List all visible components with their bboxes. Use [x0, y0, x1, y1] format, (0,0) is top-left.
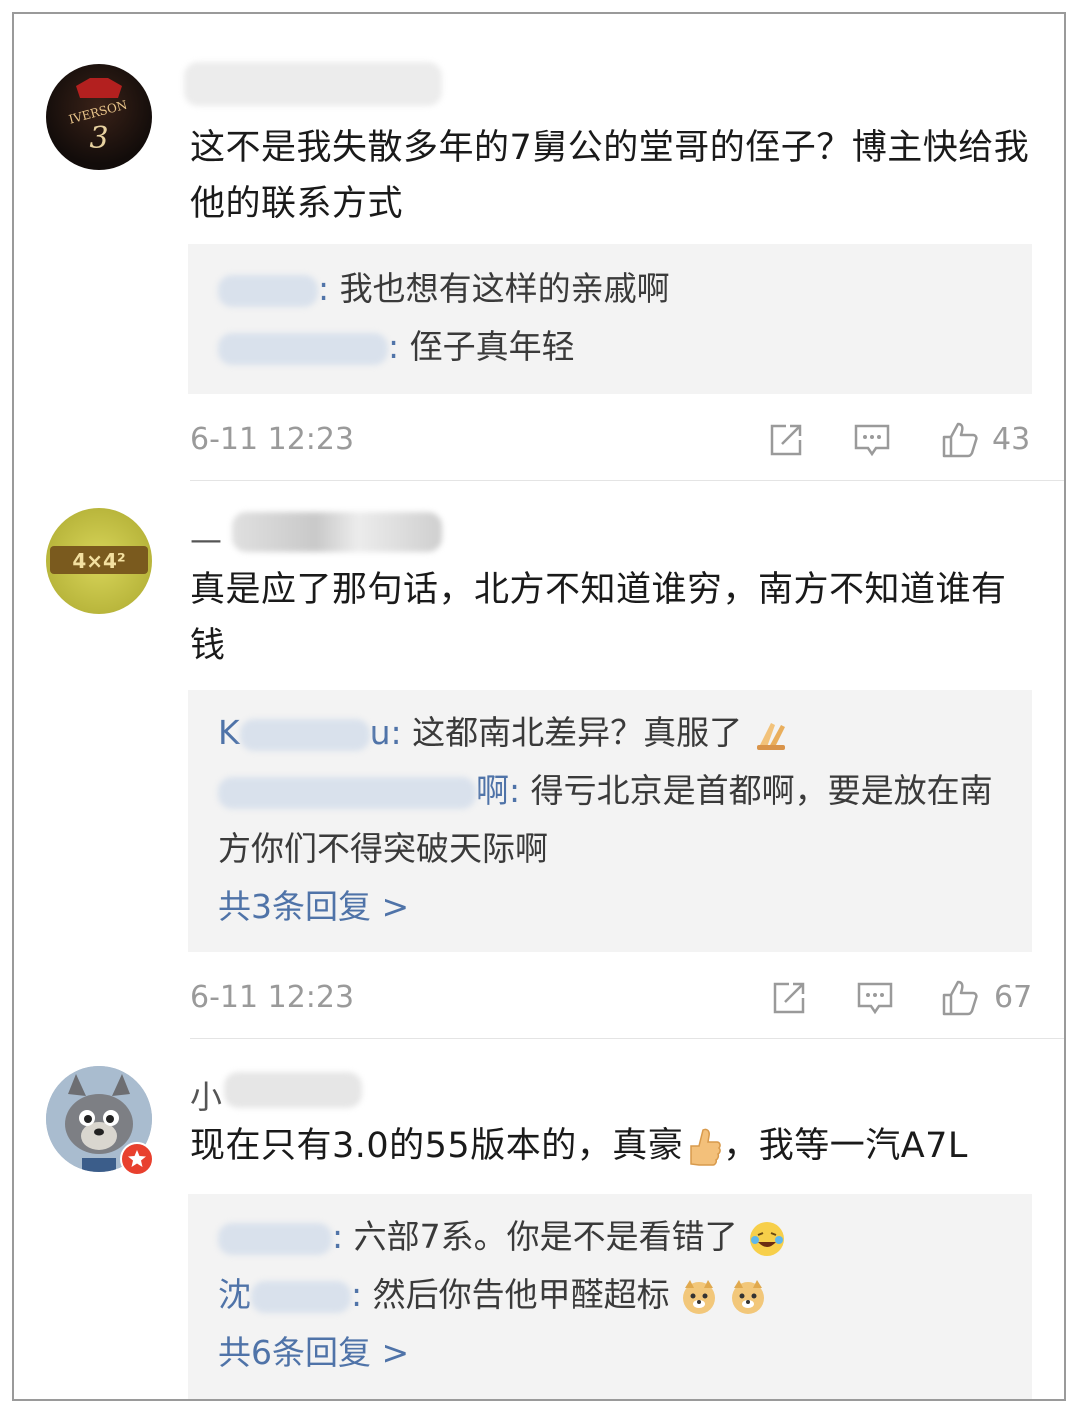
user-avatar[interactable] [46, 1066, 154, 1176]
divider [190, 480, 1064, 481]
doge-emoji-icon [731, 1279, 764, 1314]
reply-box[interactable]: : 六部7系。你是不是看错了 沈: 然后你告他甲醛超标 共6条回复 > [188, 1194, 1032, 1399]
doge-emoji-icon [683, 1279, 716, 1314]
iverson-jersey-icon: IVERSON 3 [67, 78, 129, 156]
share-icon[interactable] [766, 420, 806, 460]
user-avatar[interactable]: 4×4² [46, 508, 152, 614]
thumbs-up-emoji-icon [690, 1128, 722, 1166]
reply-text: 我也想有这样的亲戚啊 [329, 269, 670, 308]
share-icon[interactable] [769, 978, 809, 1018]
username-blurred[interactable] [224, 1072, 362, 1108]
like-count: 67 [994, 980, 1033, 1015]
4x4-sign-icon: 4×4² [50, 546, 148, 574]
reply-item[interactable]: 啊: 得亏北京是首都啊，要是放在南方你们不得突破天际啊 [188, 762, 1032, 878]
username[interactable]: 小 [190, 1072, 222, 1118]
reply-item[interactable]: 沈: 然后你告他甲醛超标 [188, 1266, 1032, 1324]
reply-text: 六部7系。你是不是看错了 [343, 1217, 738, 1256]
reply-box[interactable]: Ku: 这都南北差异？真服了 啊: 得亏北京是首都啊，要是放在南方你们不得突破天… [188, 690, 1032, 952]
reply-username: K [218, 713, 240, 752]
reply-username-blurred [251, 1280, 351, 1313]
divider [190, 1038, 1064, 1039]
reply-item[interactable]: Ku: 这都南北差异？真服了 [188, 704, 1032, 762]
view-more-replies-link[interactable]: 共3条回复 > [188, 878, 1032, 936]
laughing-tears-emoji-icon [750, 1221, 785, 1256]
reply-username: : [388, 327, 400, 366]
svg-text:4×4²: 4×4² [72, 549, 125, 573]
reply-username-blurred [218, 1222, 332, 1255]
reply-box[interactable]: : 我也想有这样的亲戚啊 : 侄子真年轻 [188, 244, 1032, 394]
like-count: 43 [992, 422, 1031, 457]
username-blurred[interactable] [184, 62, 442, 106]
reply-username-blurred [218, 776, 476, 809]
comment-text: 真是应了那句话，北方不知道谁穷，南方不知道谁有钱 [190, 570, 1007, 666]
timestamp: 6-11 12:23 [190, 980, 355, 1015]
comment-meta: 6-11 12:23 67 [190, 976, 1032, 1020]
reply-username: 沈 [218, 1275, 251, 1314]
reply-username: : [351, 1275, 363, 1314]
username-blurred[interactable] [232, 512, 442, 552]
username[interactable]: — [190, 520, 222, 558]
reply-text: 侄子真年轻 [399, 327, 575, 366]
pray-hands-emoji-icon [756, 722, 785, 750]
reply-username: 啊: [476, 771, 521, 810]
comment-text-part: ，我等一汽A7L [723, 1126, 968, 1166]
reply-username-blurred [218, 274, 318, 307]
user-avatar[interactable]: IVERSON 3 3 [46, 64, 152, 170]
view-more-replies-link[interactable]: 共6条回复 > [188, 1324, 1032, 1382]
reply-username: : [318, 269, 330, 308]
reply-username-blurred [239, 718, 370, 751]
reply-text: 然后你告他甲醛超标 [362, 1275, 670, 1314]
like-icon[interactable] [940, 978, 980, 1018]
reply-item[interactable]: : 六部7系。你是不是看错了 [188, 1208, 1032, 1266]
reply-item[interactable]: : 我也想有这样的亲戚啊 [188, 260, 1032, 318]
comment-list: IVERSON 3 3 这不是我失散多年的7舅公的堂哥的侄子？博主快给我他的联系… [12, 12, 1066, 1401]
svg-text:3: 3 [89, 121, 108, 156]
verified-badge-icon [120, 1142, 154, 1176]
timestamp: 6-11 12:23 [190, 422, 355, 457]
comment-text: 现在只有3.0的55版本的，真豪 ，我等一汽A7L [190, 1118, 1040, 1174]
comment-icon[interactable] [852, 420, 892, 460]
comment-text-part: 现在只有3.0的55版本的，真豪 [190, 1126, 684, 1166]
reply-text: 这都南北差异？真服了 [401, 713, 743, 752]
comment-meta: 6-11 12:23 43 [190, 418, 1032, 462]
reply-item[interactable]: : 侄子真年轻 [188, 318, 1032, 376]
comment-text: 这不是我失散多年的7舅公的堂哥的侄子？博主快给我他的联系方式 [190, 128, 1030, 224]
reply-username: u: [369, 713, 402, 752]
reply-username-blurred [218, 332, 388, 365]
reply-username: : [332, 1217, 344, 1256]
like-icon[interactable] [940, 420, 980, 460]
comment-icon[interactable] [855, 978, 895, 1018]
